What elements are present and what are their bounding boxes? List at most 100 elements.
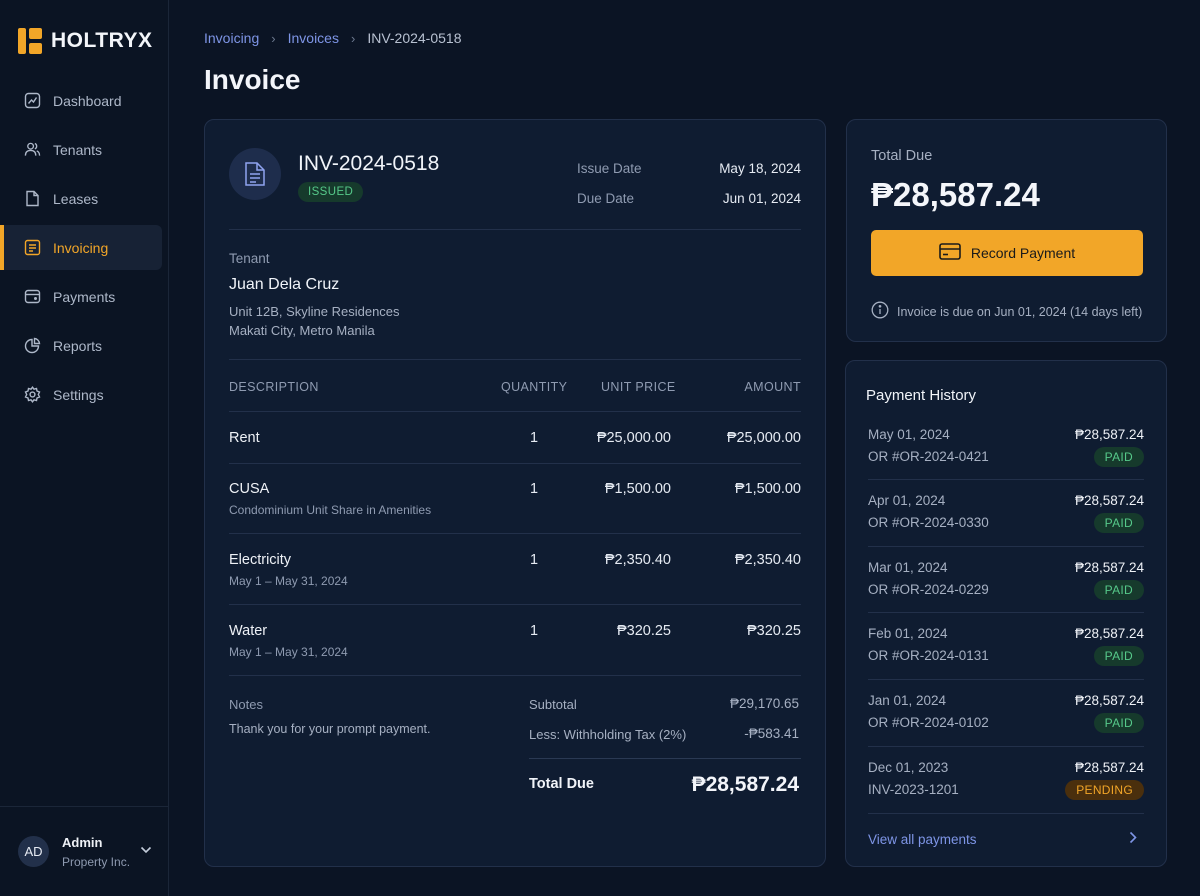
line-item-unit-price: ₱320.25: [616, 623, 671, 639]
notes-label: Notes: [229, 697, 263, 712]
line-item-row: Rent 1 ₱25,000.00 ₱25,000.00: [229, 430, 801, 463]
line-item-description: Electricity: [229, 552, 292, 568]
chevron-right-icon[interactable]: [1129, 831, 1137, 849]
sidebar-item-tenants[interactable]: Tenants: [0, 127, 162, 172]
sidebar: HOLTRYX Dashboard Tenants Leases Invoici…: [0, 0, 169, 896]
payment-history-item[interactable]: Dec 01, 2023 INV-2023-1201 ₱28,587.24 PE…: [868, 760, 1144, 826]
line-item-amount: ₱320.25: [746, 623, 801, 639]
line-item-amount: ₱2,350.40: [734, 552, 801, 568]
breadcrumb: Invoicing › Invoices › INV-2024-0518: [204, 30, 462, 46]
breadcrumb-invoices[interactable]: Invoices: [288, 30, 339, 46]
payment-history-item[interactable]: Feb 01, 2024 OR #OR-2024-0131 ₱28,587.24…: [868, 626, 1144, 692]
due-note: Invoice is due on Jun 01, 2024 (14 days …: [871, 301, 1142, 322]
payment-amount: ₱28,587.24: [1074, 693, 1144, 708]
total-due-label: Total Due: [871, 148, 933, 164]
view-all-payments-link[interactable]: View all payments: [868, 832, 977, 847]
column-header-quantity: QUANTITY: [501, 380, 568, 394]
payment-history-title: Payment History: [866, 387, 977, 404]
status-badge: PAID: [1093, 646, 1144, 666]
payment-amount: ₱28,587.24: [1074, 626, 1144, 641]
withholding-value: -₱583.41: [744, 726, 799, 741]
sidebar-item-leases[interactable]: Leases: [0, 176, 162, 221]
status-badge: ISSUED: [298, 182, 364, 202]
user-menu[interactable]: AD Admin Property Inc.: [0, 806, 168, 896]
invoice-card: INV-2024-0518 ISSUED Issue Date May 18, …: [204, 119, 826, 867]
chevron-right-icon: ›: [350, 30, 356, 46]
divider: [229, 411, 801, 412]
line-item-quantity: 1: [529, 481, 539, 497]
line-item-quantity: 1: [529, 623, 539, 639]
payment-history-item[interactable]: Mar 01, 2024 OR #OR-2024-0229 ₱28,587.24…: [868, 560, 1144, 626]
total-due-card: Total Due ₱28,587.24 Record Payment Invo…: [846, 119, 1167, 342]
payment-date: Feb 01, 2024: [868, 626, 948, 641]
total-due-value: ₱28,587.24: [691, 773, 799, 796]
line-item-subtitle: May 1 – May 31, 2024: [229, 574, 348, 588]
line-item-description: CUSA: [229, 481, 270, 497]
brand-name: HOLTRYX: [51, 29, 153, 52]
payment-reference: OR #OR-2024-0131: [868, 648, 989, 663]
record-payment-button[interactable]: Record Payment: [871, 230, 1143, 276]
notes-text: Thank you for your prompt payment.: [229, 722, 431, 736]
payment-reference: OR #OR-2024-0421: [868, 449, 989, 464]
line-item-row: Water May 1 – May 31, 2024 1 ₱320.25 ₱32…: [229, 623, 801, 675]
sidebar-item-reports[interactable]: Reports: [0, 323, 162, 368]
line-item-row: Electricity May 1 – May 31, 2024 1 ₱2,35…: [229, 552, 801, 604]
line-item-subtitle: May 1 – May 31, 2024: [229, 645, 348, 659]
divider: [868, 813, 1144, 814]
due-note-text: Invoice is due on Jun 01, 2024 (14 days …: [897, 304, 1143, 319]
tenant-label: Tenant: [229, 251, 270, 266]
document-icon: [24, 190, 41, 207]
invoice-icon: [24, 239, 41, 256]
sidebar-item-invoicing[interactable]: Invoicing: [0, 225, 162, 270]
chevron-down-icon[interactable]: [140, 841, 152, 859]
withholding-label: Less: Withholding Tax (2%): [529, 727, 687, 742]
line-item-description: Water: [229, 623, 268, 639]
credit-card-icon: [939, 243, 961, 263]
sidebar-item-label: Invoicing: [53, 239, 109, 256]
payment-reference: OR #OR-2024-0229: [868, 582, 989, 597]
payment-history-item[interactable]: May 01, 2024 OR #OR-2024-0421 ₱28,587.24…: [868, 427, 1144, 493]
sidebar-item-label: Tenants: [53, 141, 103, 158]
payment-history-item[interactable]: Apr 01, 2024 OR #OR-2024-0330 ₱28,587.24…: [868, 493, 1144, 559]
payment-amount: ₱28,587.24: [1074, 760, 1144, 775]
line-item-row: CUSA Condominium Unit Share in Amenities…: [229, 481, 801, 533]
divider: [229, 533, 801, 534]
divider: [529, 758, 801, 759]
user-org: Property Inc.: [62, 854, 131, 869]
sidebar-item-settings[interactable]: Settings: [0, 372, 162, 417]
column-header-description: DESCRIPTION: [229, 380, 319, 394]
brand-logo[interactable]: HOLTRYX: [18, 28, 153, 54]
payment-reference: OR #OR-2024-0330: [868, 515, 989, 530]
line-item-quantity: 1: [529, 430, 539, 446]
info-icon: [871, 301, 889, 322]
line-item-unit-price: ₱1,500.00: [604, 481, 671, 497]
pie-chart-icon: [24, 337, 41, 354]
issue-date-label: Issue Date: [577, 161, 642, 176]
breadcrumb-current: INV-2024-0518: [367, 30, 462, 46]
divider: [229, 604, 801, 605]
payment-date: Apr 01, 2024: [868, 493, 946, 508]
payment-date: May 01, 2024: [868, 427, 950, 442]
breadcrumb-invoicing[interactable]: Invoicing: [204, 30, 259, 46]
status-badge: PAID: [1093, 447, 1144, 467]
sidebar-item-payments[interactable]: Payments: [0, 274, 162, 319]
record-payment-label: Record Payment: [970, 245, 1076, 261]
logo-mark-icon: [18, 28, 42, 54]
payment-amount: ₱28,587.24: [1074, 427, 1144, 442]
tenant-address-line2: Makati City, Metro Manila: [229, 323, 375, 338]
total-due-amount: ₱28,587.24: [871, 176, 1040, 213]
payment-history-item[interactable]: Jan 01, 2024 OR #OR-2024-0102 ₱28,587.24…: [868, 693, 1144, 759]
sidebar-nav: Dashboard Tenants Leases Invoicing Payme…: [0, 78, 168, 421]
payment-date: Mar 01, 2024: [868, 560, 948, 575]
subtotal-value: ₱29,170.65: [729, 696, 799, 711]
status-badge: PENDING: [1065, 780, 1144, 800]
column-header-amount: AMOUNT: [744, 380, 801, 394]
user-name: Admin: [62, 834, 103, 850]
line-item-quantity: 1: [529, 552, 539, 568]
divider: [868, 612, 1144, 613]
divider: [868, 679, 1144, 680]
users-icon: [24, 141, 41, 158]
wallet-icon: [24, 288, 41, 305]
sidebar-item-dashboard[interactable]: Dashboard: [0, 78, 162, 123]
line-item-subtitle: Condominium Unit Share in Amenities: [229, 503, 432, 517]
